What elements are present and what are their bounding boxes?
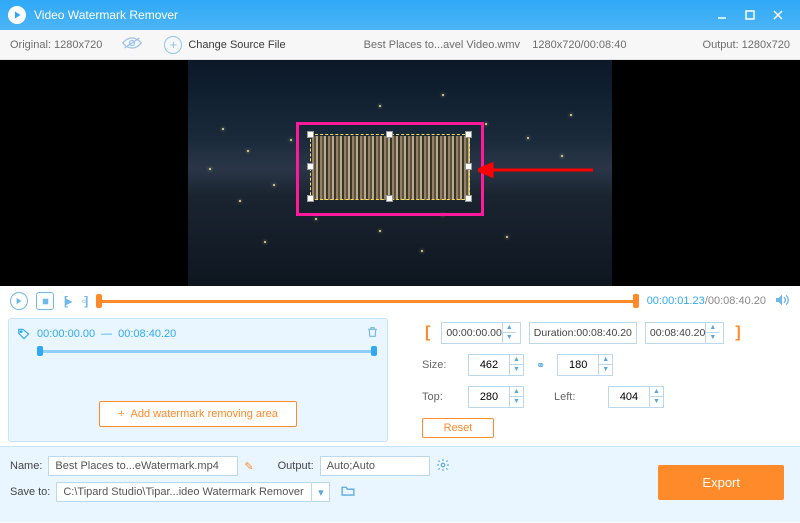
resize-handle-ne[interactable] [465, 131, 472, 138]
resize-handle-se[interactable] [465, 195, 472, 202]
annotation-arrow [478, 160, 598, 180]
start-time-input[interactable]: 00:00:00.00▲▼ [441, 322, 520, 344]
set-start-button[interactable]: [▸ [62, 294, 72, 308]
resize-handle-w[interactable] [307, 163, 314, 170]
time-range-row: [ 00:00:00.00▲▼ Duration:00:08:40.20 00:… [422, 322, 784, 344]
open-folder-icon[interactable] [340, 484, 356, 500]
left-label: Left: [554, 391, 600, 403]
stop-button[interactable] [36, 292, 54, 310]
left-input[interactable]: ▲▼ [608, 386, 664, 408]
app-title: Video Watermark Remover [34, 8, 708, 22]
resize-handle-n[interactable] [386, 131, 393, 138]
save-path-field[interactable]: C:\Tipard Studio\Tipar...ideo Watermark … [56, 482, 312, 502]
segment-end: 00:08:40.20 [118, 328, 176, 340]
segments-pane: 00:00:00.00 — 00:08:40.20 + Add watermar… [8, 318, 388, 442]
edit-name-icon[interactable]: ✎ [244, 460, 253, 473]
reset-button[interactable]: Reset [422, 418, 494, 438]
plus-icon: + [164, 36, 182, 54]
top-input[interactable]: ▲▼ [468, 386, 524, 408]
lower-panel: 00:00:00.00 — 00:08:40.20 + Add watermar… [0, 314, 800, 446]
video-frame[interactable] [188, 60, 612, 286]
delete-segment-icon[interactable] [366, 325, 379, 342]
size-row: Size: ▲▼ ⚭ ▲▼ [422, 354, 784, 376]
top-label: Top: [422, 391, 460, 403]
segment-slider[interactable] [37, 348, 377, 354]
app-logo [8, 6, 26, 24]
volume-icon[interactable] [774, 293, 790, 310]
tag-icon [17, 327, 31, 341]
segment-start: 00:00:00.00 [37, 328, 95, 340]
name-label: Name: [10, 460, 42, 472]
bottom-bar: Name: Best Places to...eWatermark.mp4 ✎ … [0, 446, 800, 522]
preview-toggle-icon[interactable] [122, 36, 142, 53]
maximize-button[interactable] [736, 1, 764, 29]
save-path-dropdown[interactable]: C:\Tipard Studio\Tipar...ideo Watermark … [56, 482, 330, 502]
resize-handle-e[interactable] [465, 163, 472, 170]
name-field[interactable]: Best Places to...eWatermark.mp4 [48, 456, 238, 476]
output-field[interactable]: Auto;Auto [320, 456, 430, 476]
original-resolution: Original: 1280x720 [0, 39, 112, 51]
output-label: Output: [278, 460, 314, 472]
selection-rectangle[interactable] [310, 134, 470, 200]
height-input[interactable]: ▲▼ [557, 354, 613, 376]
segment-row[interactable]: 00:00:00.00 — 00:08:40.20 [9, 319, 387, 348]
position-row: Top: ▲▼ Left: ▲▼ [422, 386, 784, 408]
dropdown-arrow-icon[interactable]: ▾ [312, 482, 330, 502]
output-resolution: Output: 1280x720 [693, 39, 800, 51]
resize-handle-sw[interactable] [307, 195, 314, 202]
bracket-right-icon[interactable]: ] [732, 324, 743, 342]
width-input[interactable]: ▲▼ [468, 354, 524, 376]
seek-slider[interactable] [96, 296, 638, 306]
close-button[interactable] [764, 1, 792, 29]
plus-icon: + [118, 408, 124, 420]
parameters-pane: [ 00:00:00.00▲▼ Duration:00:08:40.20 00:… [392, 314, 800, 446]
settings-icon[interactable] [436, 458, 450, 475]
seek-thumb-start[interactable] [96, 294, 102, 308]
add-area-label: Add watermark removing area [131, 408, 278, 420]
resize-handle-s[interactable] [386, 195, 393, 202]
link-icon[interactable]: ⚭ [532, 359, 549, 372]
duration-input[interactable]: Duration:00:08:40.20 [529, 322, 637, 344]
add-watermark-area-button[interactable]: + Add watermark removing area [99, 401, 297, 427]
playback-bar: [▸ ▫] 00:00:01.23/00:08:40.20 [0, 286, 800, 314]
set-end-button[interactable]: ▫] [80, 294, 88, 308]
change-source-label: Change Source File [188, 39, 285, 51]
play-button[interactable] [10, 292, 28, 310]
end-time-input[interactable]: 00:08:40.20▲▼ [645, 322, 724, 344]
minimize-button[interactable] [708, 1, 736, 29]
file-info: Best Places to...avel Video.wmv 1280x720… [298, 39, 693, 51]
save-to-label: Save to: [10, 486, 50, 498]
size-label: Size: [422, 359, 460, 371]
title-bar: Video Watermark Remover [0, 0, 800, 30]
info-bar: Original: 1280x720 + Change Source File … [0, 30, 800, 60]
timecode: 00:00:01.23/00:08:40.20 [647, 295, 766, 307]
seek-thumb-end[interactable] [633, 294, 639, 308]
change-source-button[interactable]: + Change Source File [152, 36, 297, 54]
video-preview-area [0, 60, 800, 286]
bracket-left-icon[interactable]: [ [422, 324, 433, 342]
resize-handle-nw[interactable] [307, 131, 314, 138]
export-button[interactable]: Export [658, 465, 784, 500]
